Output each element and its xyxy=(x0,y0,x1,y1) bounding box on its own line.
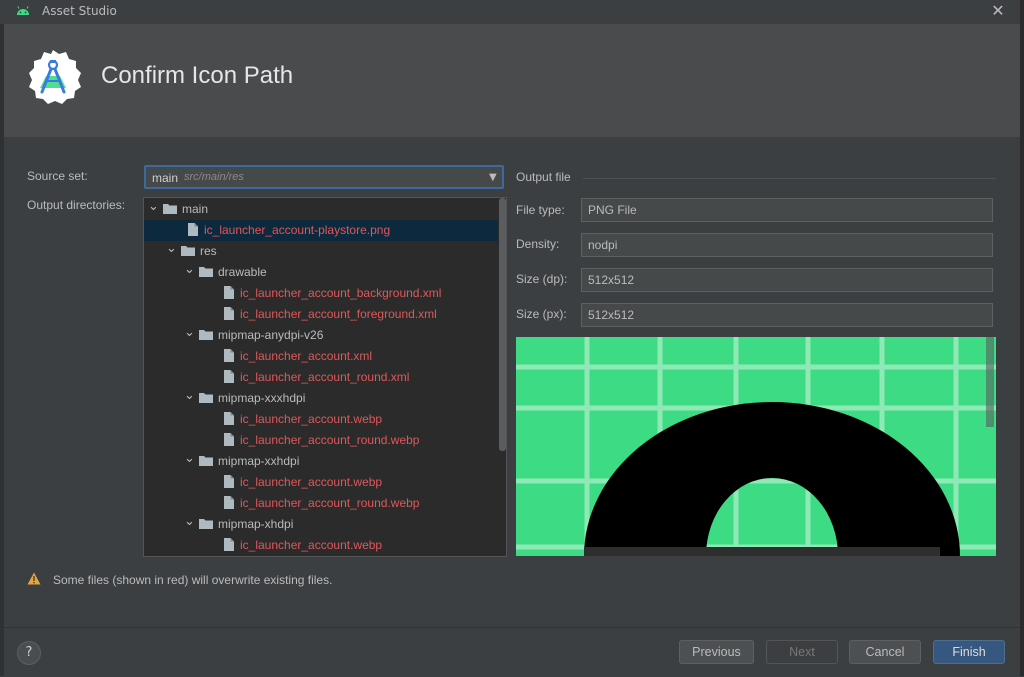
output-directories-label: Output directories: xyxy=(27,198,126,212)
tree-file-row[interactable]: ic_launcher_account_round.webp xyxy=(144,430,498,451)
size-dp-field: 512x512 xyxy=(581,268,993,292)
android-studio-logo xyxy=(29,50,81,104)
close-icon[interactable]: ✕ xyxy=(988,1,1008,21)
tree-item-label: ic_launcher_account.webp xyxy=(240,538,383,552)
source-set-dropdown[interactable]: main src/main/res ▼ xyxy=(144,165,504,189)
folder-icon xyxy=(199,393,213,403)
tree-item-label: ic_launcher_account-playstore.png xyxy=(204,223,391,237)
chevron-down-icon[interactable]: ⌄ xyxy=(184,513,195,529)
overwrite-warning-text: Some files (shown in red) will overwrite… xyxy=(53,573,333,587)
tree-item-label: res xyxy=(200,244,217,258)
source-set-label: Source set: xyxy=(27,169,88,183)
tree-item-label: mipmap-anydpi-v26 xyxy=(218,328,324,342)
chevron-down-icon[interactable]: ⌄ xyxy=(184,450,195,466)
tree-folder-row[interactable]: ⌄ mipmap-anydpi-v26 xyxy=(144,324,498,346)
folder-icon xyxy=(199,267,213,277)
size-dp-value: 512x512 xyxy=(588,273,635,287)
android-icon xyxy=(17,6,29,15)
icon-preview-image xyxy=(516,337,996,556)
size-px-label: Size (px): xyxy=(516,307,567,321)
tree-item-label: ic_launcher_account.xml xyxy=(240,349,373,363)
tree-folder-row[interactable]: ⌄ mipmap-xxxhdpi xyxy=(144,387,498,409)
tree-file-row[interactable]: ic_launcher_account.xml xyxy=(144,346,498,367)
output-directories-tree[interactable]: ⌄ main ic_launcher_account-playstore.png ⌄ r… xyxy=(143,197,507,557)
tree-item-label: ic_launcher_account.webp xyxy=(240,412,383,426)
tree-item-label: mipmap-xhdpi xyxy=(218,517,294,531)
dialog-header: Confirm Icon Path xyxy=(4,24,1020,137)
chevron-down-icon[interactable]: ⌄ xyxy=(184,261,195,277)
page-title: Confirm Icon Path xyxy=(101,62,294,89)
tree-file-row[interactable]: ic_launcher_account_background.xml xyxy=(144,283,498,304)
chevron-down-icon[interactable]: ⌄ xyxy=(166,240,177,256)
tree-item-label: ic_launcher_account_round.xml xyxy=(240,370,410,384)
chevron-down-icon: ▼ xyxy=(489,172,497,183)
tree-folder-row[interactable]: ⌄ mipmap-xhdpi xyxy=(144,513,498,535)
file-icon xyxy=(224,538,234,551)
file-icon xyxy=(188,223,198,236)
tree-item-label: main xyxy=(182,202,209,216)
file-icon xyxy=(224,286,234,299)
tree-file-row[interactable]: ic_launcher_account_foreground.xml xyxy=(144,304,498,325)
density-label: Density: xyxy=(516,237,560,251)
density-field: nodpi xyxy=(581,233,993,257)
window-titlebar: Asset Studio ✕ xyxy=(0,0,1024,24)
tree-item-label: drawable xyxy=(218,265,267,279)
tree-file-row[interactable]: ic_launcher_account_round.xml xyxy=(144,367,498,388)
folder-icon xyxy=(163,204,177,214)
folder-icon xyxy=(199,456,213,466)
tree-folder-row[interactable]: ⌄ mipmap-xxhdpi xyxy=(144,450,498,472)
tree-item-label: mipmap-xxxhdpi xyxy=(218,391,306,405)
help-button[interactable]: ? xyxy=(17,641,41,665)
file-icon xyxy=(224,370,234,383)
source-set-value: main xyxy=(152,171,179,185)
file-icon xyxy=(224,412,234,425)
density-value: nodpi xyxy=(588,238,618,252)
next-button[interactable]: Next xyxy=(766,640,838,664)
folder-icon xyxy=(181,246,195,256)
previous-button[interactable]: Previous xyxy=(679,640,754,664)
window-title: Asset Studio xyxy=(42,4,117,18)
tree-item-label: mipmap-xxhdpi xyxy=(218,454,300,468)
cancel-button[interactable]: Cancel xyxy=(849,640,921,664)
tree-scrollbar[interactable] xyxy=(499,198,506,451)
folder-icon xyxy=(199,519,213,529)
file-icon xyxy=(224,475,234,488)
window-border-right xyxy=(1020,0,1024,676)
size-dp-label: Size (dp): xyxy=(516,272,568,286)
tree-folder-row[interactable]: ⌄ drawable xyxy=(144,261,498,283)
chevron-down-icon[interactable]: ⌄ xyxy=(184,387,195,403)
icon-preview xyxy=(516,337,996,556)
output-file-divider xyxy=(583,178,996,179)
tree-item-label: ic_launcher_account_foreground.xml xyxy=(240,307,437,321)
size-px-value: 512x512 xyxy=(588,308,635,322)
file-icon xyxy=(224,349,234,362)
tree-item-label: ic_launcher_account_round.webp xyxy=(240,433,420,447)
tree-file-row[interactable]: ic_launcher_account.webp xyxy=(144,409,498,430)
chevron-down-icon[interactable]: ⌄ xyxy=(148,198,159,214)
finish-button[interactable]: Finish xyxy=(933,640,1005,664)
tree-file-row[interactable]: ic_launcher_account.webp xyxy=(144,535,498,556)
size-px-field: 512x512 xyxy=(581,303,993,327)
tree-item-label: ic_launcher_account.webp xyxy=(240,475,383,489)
tree-item-label: ic_launcher_account_round.webp xyxy=(240,496,420,510)
file-type-field: PNG File xyxy=(581,198,993,222)
file-icon xyxy=(224,307,234,320)
tree-file-row[interactable]: ic_launcher_account-playstore.png xyxy=(144,220,498,241)
file-type-value: PNG File xyxy=(588,203,637,217)
tree-file-row[interactable]: ic_launcher_account_round.webp xyxy=(144,493,498,514)
warning-icon xyxy=(27,572,41,585)
tree-file-row[interactable]: ic_launcher_account.webp xyxy=(144,472,498,493)
tree-item-label: ic_launcher_account_background.xml xyxy=(240,286,442,300)
file-type-label: File type: xyxy=(516,203,565,217)
source-set-path: src/main/res xyxy=(184,171,244,183)
tree-folder-row[interactable]: ⌄ res xyxy=(144,240,498,262)
chevron-down-icon[interactable]: ⌄ xyxy=(184,324,195,340)
folder-icon xyxy=(199,330,213,340)
tree-folder-row[interactable]: ⌄ main xyxy=(144,198,498,220)
file-icon xyxy=(224,433,234,446)
output-file-label: Output file xyxy=(516,170,571,184)
file-icon xyxy=(224,496,234,509)
